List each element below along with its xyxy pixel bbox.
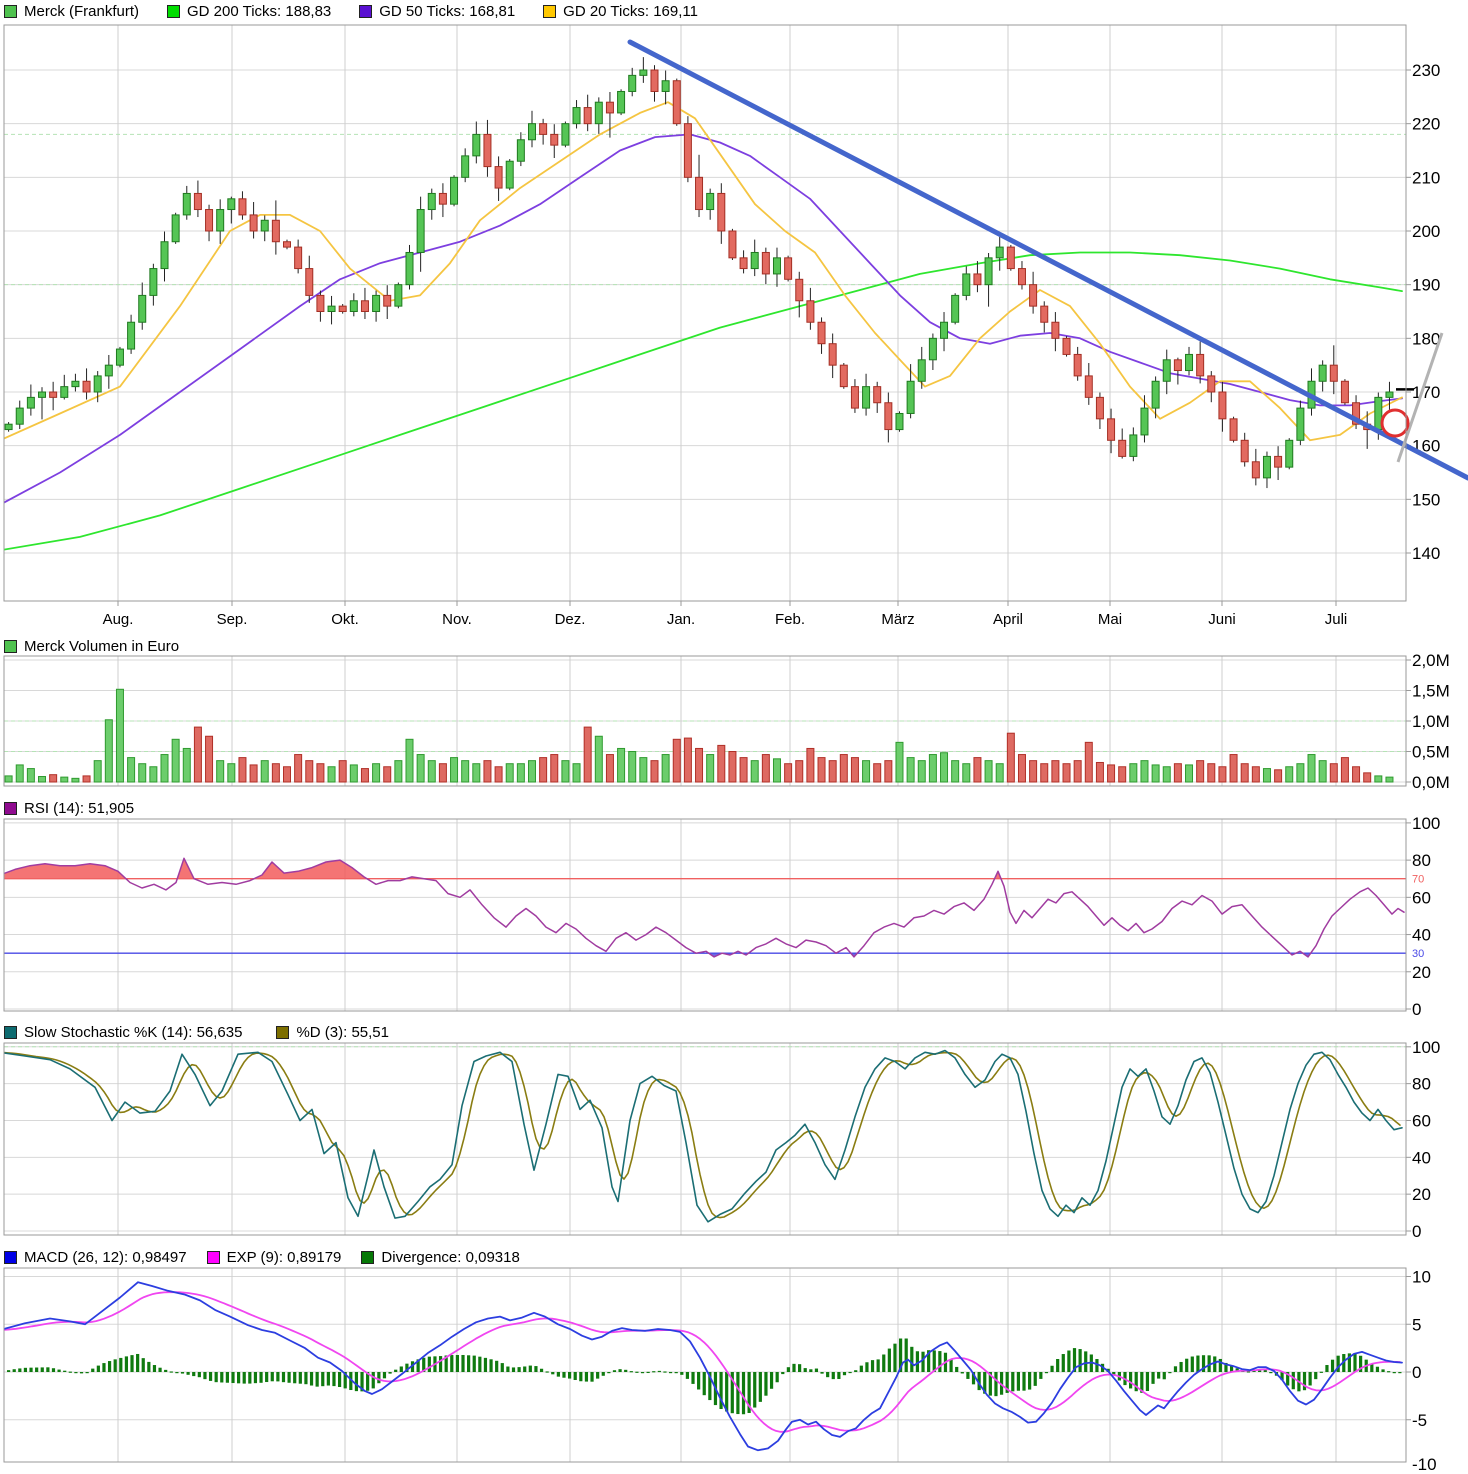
price-axis-tick: 170 [1412, 383, 1440, 402]
rsi-axis-tick: 60 [1412, 888, 1431, 907]
rsi-axis-tick: 40 [1412, 926, 1431, 945]
legend-item-instrument: Merck (Frankfurt) [4, 3, 139, 20]
legend-volume-panel: Merck Volumen in Euro [4, 637, 179, 655]
month-label: Juli [1325, 611, 1348, 628]
gd50-label: GD 50 Ticks: 168,81 [379, 3, 515, 20]
gd200-label: GD 200 Ticks: 188,83 [187, 3, 331, 20]
macd-label: MACD (26, 12): 0,98497 [24, 1249, 187, 1266]
gd20-label: GD 20 Ticks: 169,11 [563, 3, 698, 20]
stoch-k-label: Slow Stochastic %K (14): 56,635 [24, 1024, 242, 1041]
exp-swatch-icon [207, 1251, 220, 1264]
legend-item-rsi: RSI (14): 51,905 [4, 800, 134, 817]
rsi-oversold-label: 30 [1412, 948, 1424, 960]
gd20-swatch-icon [543, 5, 556, 18]
stochastic-axis-tick: 40 [1412, 1148, 1431, 1167]
legend-rsi-panel: RSI (14): 51,905 [4, 799, 134, 817]
month-label: Feb. [775, 611, 805, 628]
month-label: Nov. [442, 611, 472, 628]
price-axis-tick: 180 [1412, 329, 1440, 348]
instrument-swatch-icon [4, 5, 17, 18]
legend-item-macd: MACD (26, 12): 0,98497 [4, 1249, 187, 1266]
stoch-d-label: %D (3): 55,51 [296, 1024, 389, 1041]
chart-page: 2302202102001901801701601501402,0M1,5M1,… [0, 0, 1468, 1474]
macd-axis-tick: 10 [1412, 1268, 1431, 1287]
macd-axis-tick: -5 [1412, 1411, 1427, 1430]
gd50-swatch-icon [359, 5, 372, 18]
gd200-swatch-icon [167, 5, 180, 18]
month-label: April [993, 611, 1023, 628]
legend-item-divergence: Divergence: 0,09318 [361, 1249, 519, 1266]
rsi-overbought-label: 70 [1412, 874, 1424, 886]
legend-price-panel: Merck (Frankfurt) GD 200 Ticks: 188,83 G… [4, 2, 698, 20]
rsi-axis-tick: 100 [1412, 814, 1440, 833]
price-axis-tick: 150 [1412, 490, 1440, 509]
panel-borders [4, 25, 1406, 1462]
legend-item-stoch-d: %D (3): 55,51 [276, 1024, 389, 1041]
divergence-label: Divergence: 0,09318 [381, 1249, 519, 1266]
stochastic-axis-tick: 20 [1412, 1185, 1431, 1204]
divergence-swatch-icon [361, 1251, 374, 1264]
legend-item-gd50: GD 50 Ticks: 168,81 [359, 3, 515, 20]
exp-label: EXP (9): 0,89179 [227, 1249, 342, 1266]
price-axis-tick: 200 [1412, 222, 1440, 241]
price-axis-tick: 220 [1412, 115, 1440, 134]
price-axis-tick: 190 [1412, 276, 1440, 295]
legend-item-stoch-k: Slow Stochastic %K (14): 56,635 [4, 1024, 242, 1041]
legend-item-volume: Merck Volumen in Euro [4, 638, 179, 655]
legend-item-gd20: GD 20 Ticks: 169,11 [543, 3, 698, 20]
macd-swatch-icon [4, 1251, 17, 1264]
rsi-axis-tick: 80 [1412, 851, 1431, 870]
rsi-swatch-icon [4, 802, 17, 815]
month-label: Sep. [217, 611, 248, 628]
breakout-circle [1382, 410, 1408, 436]
rsi-label: RSI (14): 51,905 [24, 800, 134, 817]
legend-stochastic-panel: Slow Stochastic %K (14): 56,635 %D (3): … [4, 1023, 389, 1041]
macd-layer [0, 1282, 1402, 1450]
rsi-axis-tick: 0 [1412, 1000, 1421, 1019]
stochastic-axis-tick: 0 [1412, 1222, 1421, 1241]
stochastic-layer [0, 1051, 1402, 1222]
legend-item-gd200: GD 200 Ticks: 188,83 [167, 3, 331, 20]
instrument-label: Merck (Frankfurt) [24, 3, 139, 20]
macd-axis-tick: 5 [1412, 1315, 1421, 1334]
stochastic-axis-tick: 100 [1412, 1038, 1440, 1057]
month-label: Mai [1098, 611, 1122, 628]
price-axis-tick: 140 [1412, 544, 1440, 563]
volume-axis-tick: 1,5M [1412, 682, 1450, 701]
price-axis-tick: 210 [1412, 168, 1440, 187]
candlestick-layer [5, 57, 1393, 488]
volume-layer [5, 689, 1393, 782]
month-label: Okt. [331, 611, 359, 628]
volume-swatch-icon [4, 640, 17, 653]
month-label: Aug. [103, 611, 134, 628]
rsi-layer [0, 858, 1406, 957]
legend-item-exp: EXP (9): 0,89179 [207, 1249, 342, 1266]
price-axis-tick: 230 [1412, 61, 1440, 80]
legend-macd-panel: MACD (26, 12): 0,98497 EXP (9): 0,89179 … [4, 1248, 520, 1266]
stoch-d-swatch-icon [276, 1026, 289, 1039]
stochastic-axis-tick: 80 [1412, 1075, 1431, 1094]
month-label: Dez. [555, 611, 586, 628]
volume-axis-tick: 2,0M [1412, 651, 1450, 670]
rsi-axis-tick: 20 [1412, 963, 1431, 982]
moving-average-layer [0, 102, 1402, 550]
stoch-k-swatch-icon [4, 1026, 17, 1039]
month-axis: Aug. Sep. Okt. Nov. Dez. Jan. Feb. März April Mai… [103, 611, 1348, 628]
volume-axis-tick: 1,0M [1412, 712, 1450, 731]
stochastic-axis-tick: 60 [1412, 1111, 1431, 1130]
volume-axis-tick: 0,0M [1412, 773, 1450, 792]
macd-axis-tick: -10 [1412, 1455, 1437, 1474]
volume-axis-tick: 0,5M [1412, 743, 1450, 762]
month-label: Juni [1208, 611, 1236, 628]
volume-label: Merck Volumen in Euro [24, 638, 179, 655]
macd-axis-tick: 0 [1412, 1363, 1421, 1382]
month-label: März [881, 611, 914, 628]
month-label: Jan. [667, 611, 695, 628]
